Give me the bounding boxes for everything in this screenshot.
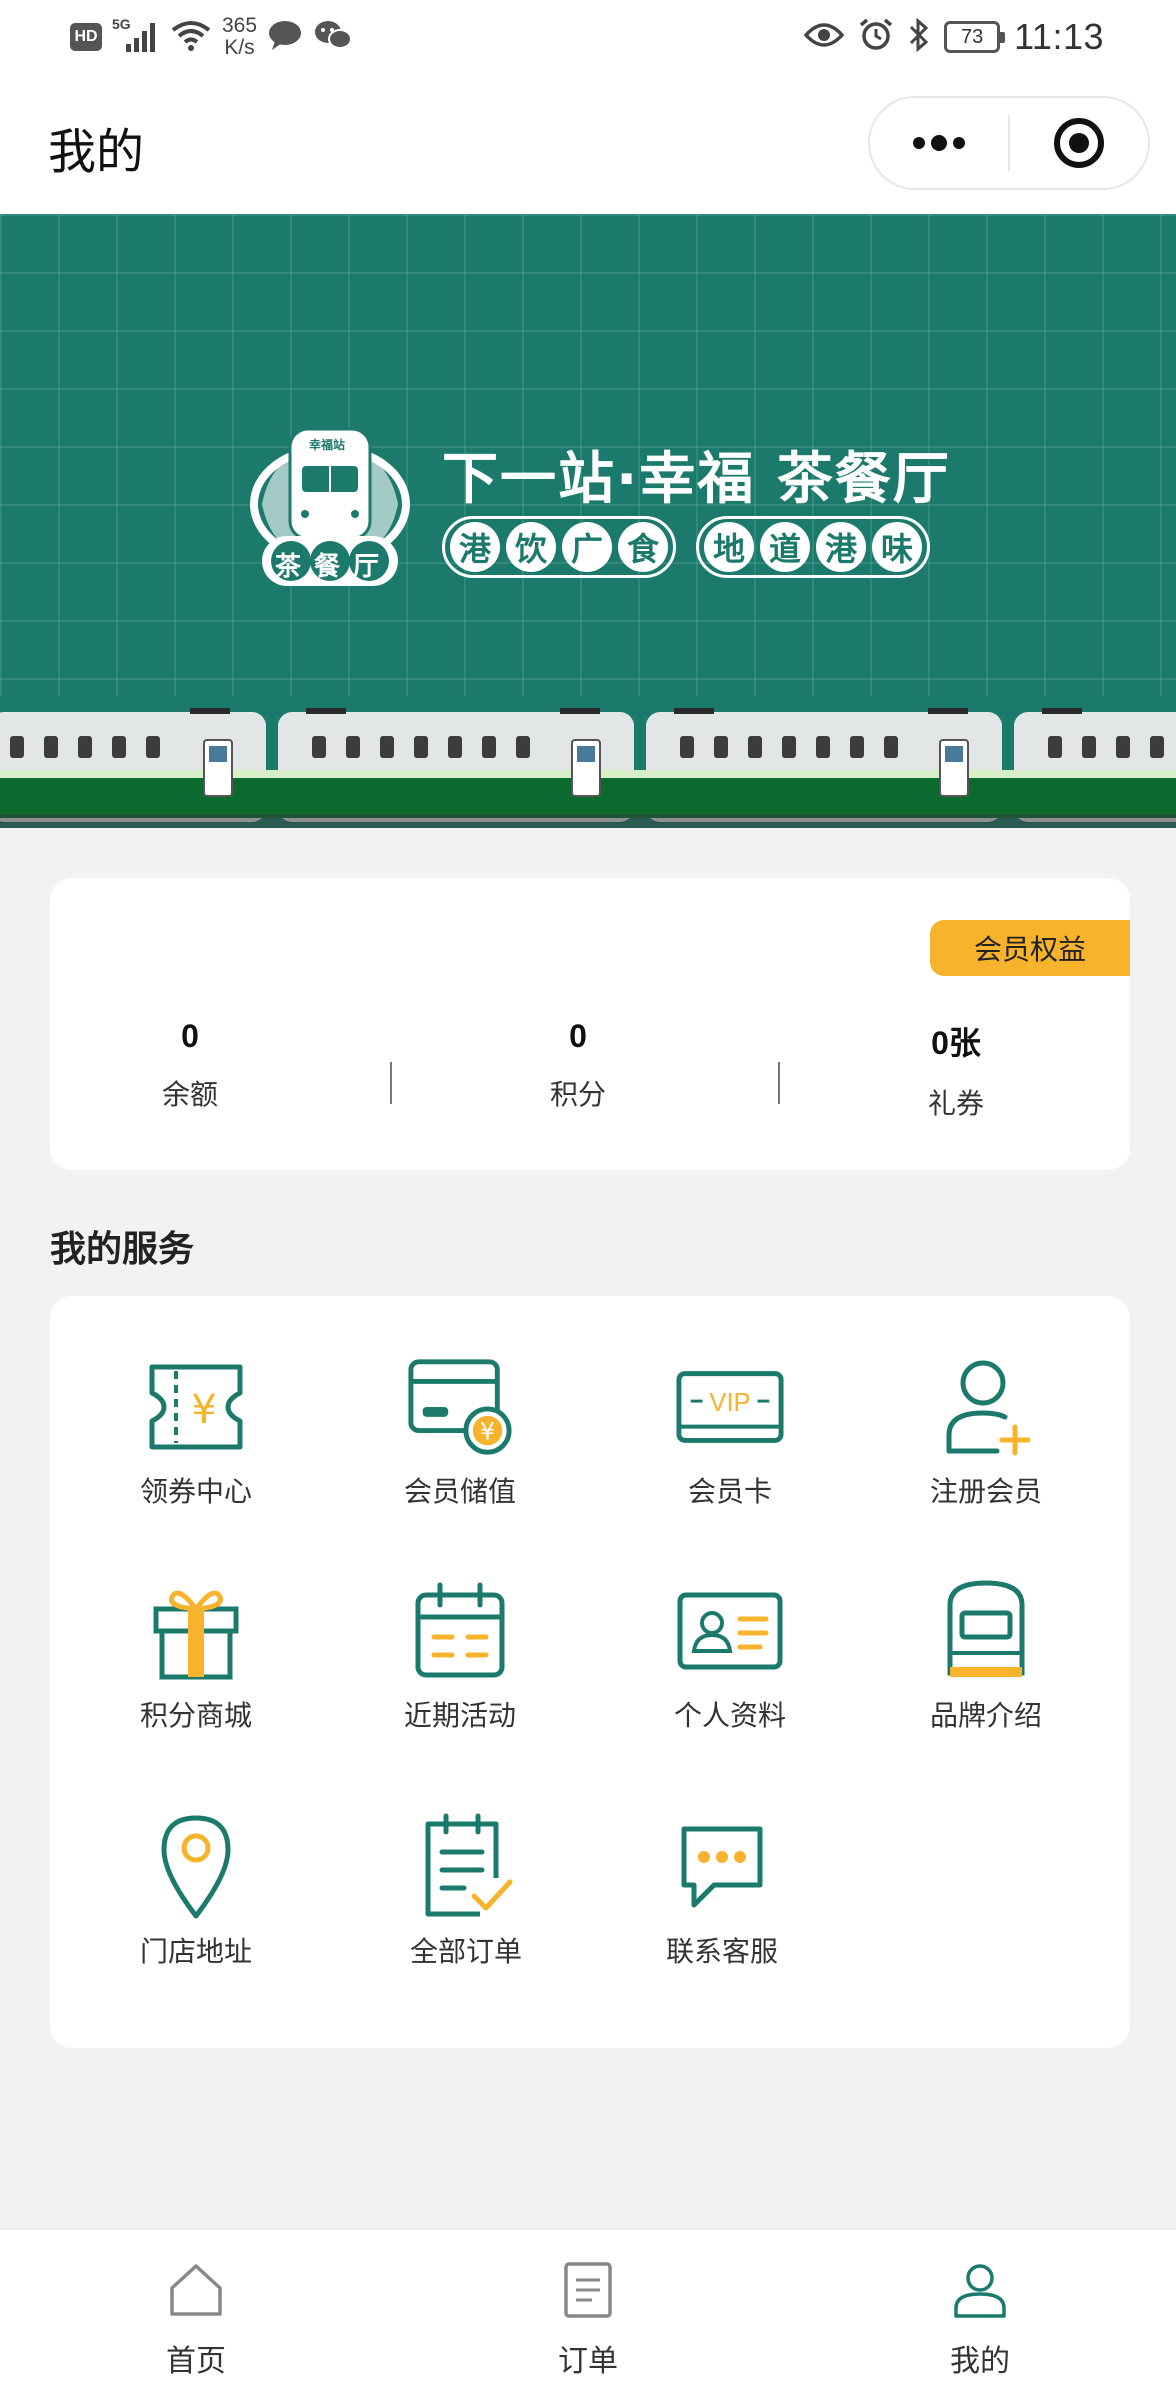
service-label: 门店地址	[139, 1935, 252, 1968]
tab-home[interactable]: 首页	[106, 2260, 286, 2380]
brand-banner[interactable]: 幸福站 茶 餐 厅 下一站·幸福 茶餐厅 港 饮 广 食 地 道 港 味	[0, 214, 1176, 828]
pill-char: 广	[562, 522, 612, 572]
page-title: 我的	[48, 124, 145, 180]
points-stat[interactable]: 0 积分	[428, 1018, 728, 1113]
svg-text:¥: ¥	[480, 1417, 495, 1445]
service-store-address[interactable]: 门店地址	[96, 1812, 296, 1982]
pill-char: 道	[760, 522, 810, 572]
close-button[interactable]	[1010, 98, 1148, 188]
service-label: 注册会员	[929, 1475, 1042, 1508]
pill-char: 地	[704, 522, 754, 572]
coupons-value: 0张	[931, 1025, 981, 1061]
tab-mine[interactable]: 我的	[890, 2260, 1070, 2380]
logo-sign-text: 幸福站	[309, 438, 346, 452]
service-label: 全部订单	[409, 1935, 522, 1968]
slogan-pill-right: 地 道 港 味	[696, 516, 930, 578]
yuan-symbol: ¥	[191, 1387, 216, 1433]
message-icon	[267, 19, 303, 55]
eye-icon	[803, 21, 845, 53]
tab-orders[interactable]: 订单	[498, 2260, 678, 2380]
bluetooth-icon	[908, 17, 930, 56]
service-vip-card[interactable]: VIP 会员卡	[630, 1352, 830, 1522]
service-customer-support[interactable]: 联系客服	[622, 1812, 822, 1982]
more-dots-icon	[913, 135, 965, 151]
tab-label: 订单	[558, 2344, 618, 2379]
battery-level: 73	[960, 25, 984, 48]
service-label: 联系客服	[665, 1935, 778, 1968]
pill-char: 食	[618, 522, 668, 572]
balance-value: 0	[181, 1018, 199, 1054]
service-all-orders[interactable]: 全部订单	[366, 1812, 566, 1982]
services-section-title: 我的服务	[50, 1229, 195, 1270]
stat-divider	[390, 1062, 392, 1104]
slogan-pill-left: 港 饮 广 食	[442, 516, 676, 578]
home-icon	[170, 2264, 222, 2316]
vip-card-icon: VIP	[675, 1352, 785, 1462]
coupons-label: 礼券	[927, 1087, 984, 1120]
service-label: 会员储值	[403, 1475, 516, 1508]
order-list-icon	[411, 1812, 521, 1922]
service-coupon-center[interactable]: ¥ 领券中心	[96, 1352, 296, 1522]
brand-slogan: 下一站·幸福 茶餐厅	[442, 447, 951, 512]
net-speed: 365 K/s	[222, 14, 258, 59]
order-icon	[564, 2262, 612, 2318]
clock: 11:13	[1014, 16, 1104, 57]
service-label: 近期活动	[403, 1699, 516, 1732]
target-close-icon	[1053, 118, 1104, 168]
member-benefits-button[interactable]: 会员权益	[930, 920, 1130, 976]
pill-char: 港	[816, 522, 866, 572]
service-profile[interactable]: 个人资料	[630, 1576, 830, 1746]
hd-badge: HD	[70, 23, 102, 51]
train-icon	[931, 1576, 1041, 1686]
vip-text: VIP	[709, 1389, 750, 1417]
logo-char-3: 厅	[353, 552, 380, 582]
balance-label: 余额	[161, 1078, 218, 1111]
user-icon	[954, 2264, 1006, 2318]
id-card-icon	[675, 1576, 785, 1686]
service-label: 领券中心	[139, 1475, 252, 1508]
stored-value-card-icon: ¥	[405, 1352, 515, 1462]
service-label: 品牌介绍	[929, 1699, 1042, 1732]
tab-label: 首页	[166, 2344, 226, 2379]
gift-icon	[141, 1576, 251, 1686]
logo-char-1: 茶	[275, 552, 302, 582]
mini-program-capsule	[868, 96, 1150, 190]
stat-divider	[778, 1062, 780, 1104]
points-label: 积分	[549, 1078, 606, 1111]
chat-icon	[667, 1812, 777, 1922]
coupon-icon: ¥	[141, 1352, 251, 1462]
services-grid: ¥ 领券中心 ¥ 会员储值 VIP 会员卡 注册会员 积分商城 近期活动 个人资…	[50, 1296, 1130, 2048]
service-brand-intro[interactable]: 品牌介绍	[886, 1576, 1086, 1746]
service-stored-value[interactable]: ¥ 会员储值	[360, 1352, 560, 1522]
member-summary-card: 会员权益 0 余额 0 积分 0张 礼券	[50, 878, 1130, 1170]
tab-label: 我的	[950, 2344, 1010, 2379]
title-bar: 我的	[0, 74, 1176, 214]
wechat-icon	[313, 19, 353, 55]
signal-badge: 5G	[112, 16, 131, 32]
wifi-icon	[170, 18, 212, 56]
service-label: 个人资料	[673, 1699, 786, 1732]
service-recent-events[interactable]: 近期活动	[360, 1576, 560, 1746]
calendar-icon	[405, 1576, 515, 1686]
points-value: 0	[569, 1018, 587, 1054]
service-label: 会员卡	[687, 1475, 772, 1508]
status-bar: HD 5G 365 K/s 73 11:13	[0, 0, 1176, 74]
service-label: 积分商城	[139, 1699, 252, 1732]
service-points-mall[interactable]: 积分商城	[96, 1576, 296, 1746]
bottom-tab-bar: 首页 订单 我的	[0, 2228, 1176, 2400]
more-button[interactable]	[870, 98, 1008, 188]
train-illustration	[0, 696, 1176, 828]
signal-icon: 5G	[112, 16, 160, 54]
balance-stat[interactable]: 0 余额	[40, 1018, 340, 1113]
location-pin-icon	[141, 1812, 251, 1922]
pill-char: 港	[450, 522, 500, 572]
pill-char: 饮	[506, 522, 556, 572]
alarm-icon	[858, 17, 894, 57]
pill-char: 味	[872, 522, 922, 572]
service-register[interactable]: 注册会员	[886, 1352, 1086, 1522]
battery-icon: 73	[944, 21, 1006, 53]
logo-char-2: 餐	[314, 552, 341, 582]
coupons-stat[interactable]: 0张 礼券	[806, 1018, 1106, 1122]
add-user-icon	[931, 1352, 1041, 1462]
